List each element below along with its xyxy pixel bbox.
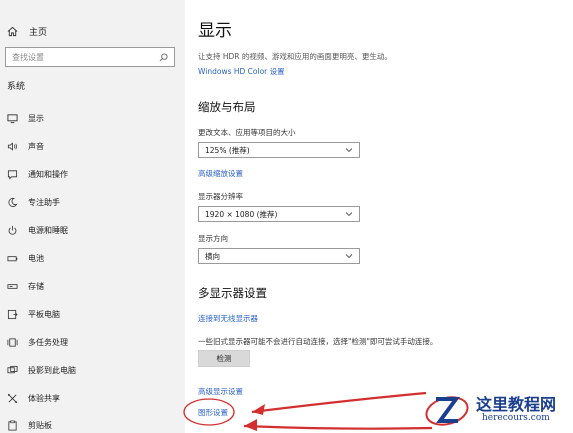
watermark-cn: 这里教程网 (476, 395, 557, 414)
sidebar-item-tablet[interactable]: 平板电脑 (7, 305, 177, 323)
sidebar-item-clipboard[interactable]: 剪贴板 (7, 416, 177, 433)
resolution-value: 1920 × 1080 (推荐) (205, 209, 278, 219)
sidebar-item-label: 电池 (28, 253, 44, 263)
sidebar-item-storage[interactable]: 存储 (7, 277, 177, 295)
sidebar-item-label: 投影到此电脑 (28, 365, 76, 375)
graphics-settings-link[interactable]: 图形设置 (198, 407, 228, 418)
detect-description: 一些旧式显示器可能不会进行自动连接，选择"检测"即可尝试手动连接。 (198, 337, 438, 346)
scale-label: 更改文本、应用等项目的大小 (198, 128, 296, 137)
chevron-down-icon (345, 212, 353, 217)
sidebar-item-display[interactable]: 显示 (7, 109, 177, 127)
sidebar-item-project[interactable]: 投影到此电脑 (7, 361, 177, 379)
search-placeholder: 查找设置 (12, 52, 44, 62)
watermark-logo-icon (425, 396, 469, 426)
watermark-en: herecours.com (482, 413, 550, 423)
search-icon (159, 52, 168, 61)
orientation-dropdown[interactable]: 横向 (198, 248, 360, 264)
advanced-scaling-link[interactable]: 高级缩放设置 (198, 168, 243, 179)
battery-icon (7, 255, 18, 261)
advanced-display-link[interactable]: 高级显示设置 (198, 386, 243, 397)
wireless-display-link[interactable]: 连接到无线显示器 (198, 313, 258, 324)
sidebar-item-label: 专注助手 (28, 197, 60, 207)
scale-value: 125% (推荐) (205, 145, 250, 155)
sidebar-item-label: 体验共享 (28, 393, 60, 403)
sidebar-item-focus-assist[interactable]: 专注助手 (7, 193, 177, 211)
sidebar-item-battery[interactable]: 电池 (7, 249, 177, 267)
monitor-icon (7, 113, 18, 123)
detect-button[interactable]: 检测 (198, 350, 250, 367)
sidebar-item-label: 存储 (28, 281, 44, 291)
chevron-down-icon (345, 148, 353, 153)
scale-dropdown[interactable]: 125% (推荐) (198, 142, 360, 158)
sidebar-item-multitasking[interactable]: 多任务处理 (7, 333, 177, 351)
sidebar-home[interactable]: 主页 (7, 21, 47, 41)
sidebar-item-label: 剪贴板 (28, 420, 52, 430)
notification-icon (7, 169, 18, 180)
orientation-label: 显示方向 (198, 234, 228, 243)
scale-layout-heading: 缩放与布局 (198, 100, 256, 114)
storage-icon (7, 283, 18, 289)
sidebar-item-label: 通知和操作 (28, 169, 68, 179)
power-icon (8, 225, 17, 235)
multi-display-heading: 多显示器设置 (198, 286, 267, 300)
orientation-value: 横向 (205, 251, 220, 261)
tablet-icon (7, 309, 18, 319)
sidebar-section-title: 系统 (7, 82, 26, 92)
project-icon (7, 365, 18, 373)
settings-sidebar: 主页 查找设置 系统 显示 声音 通知和操作 专注助手 电源和睡眠 电池 存储 … (0, 0, 185, 433)
sidebar-item-label: 多任务处理 (28, 337, 68, 347)
sidebar-item-sound[interactable]: 声音 (7, 137, 177, 155)
watermark: 这里教程网 herecours.com (424, 385, 573, 433)
search-input[interactable]: 查找设置 (5, 47, 175, 67)
sidebar-item-label: 电源和睡眠 (28, 225, 68, 235)
speaker-icon (7, 141, 17, 151)
sidebar-item-label: 声音 (28, 141, 44, 151)
sidebar-item-label: 平板电脑 (28, 309, 60, 319)
home-icon (7, 26, 18, 36)
share-icon (7, 393, 18, 403)
windows-hd-color-link[interactable]: Windows HD Color 设置 (198, 66, 285, 77)
sidebar-item-shared-experiences[interactable]: 体验共享 (7, 389, 177, 407)
page-title: 显示 (198, 21, 232, 41)
resolution-dropdown[interactable]: 1920 × 1080 (推荐) (198, 206, 360, 222)
chevron-down-icon (345, 254, 353, 259)
sidebar-item-power[interactable]: 电源和睡眠 (7, 221, 177, 239)
sidebar-home-label: 主页 (29, 27, 48, 38)
clipboard-icon (8, 420, 17, 430)
sidebar-item-notifications[interactable]: 通知和操作 (7, 165, 177, 183)
moon-icon (8, 197, 18, 207)
resolution-label: 显示器分辨率 (198, 192, 243, 201)
sidebar-item-label: 显示 (28, 113, 44, 123)
hdr-description: 让支持 HDR 的视频、游戏和应用的画面更明亮、更生动。 (198, 52, 392, 61)
multitask-icon (7, 337, 18, 347)
